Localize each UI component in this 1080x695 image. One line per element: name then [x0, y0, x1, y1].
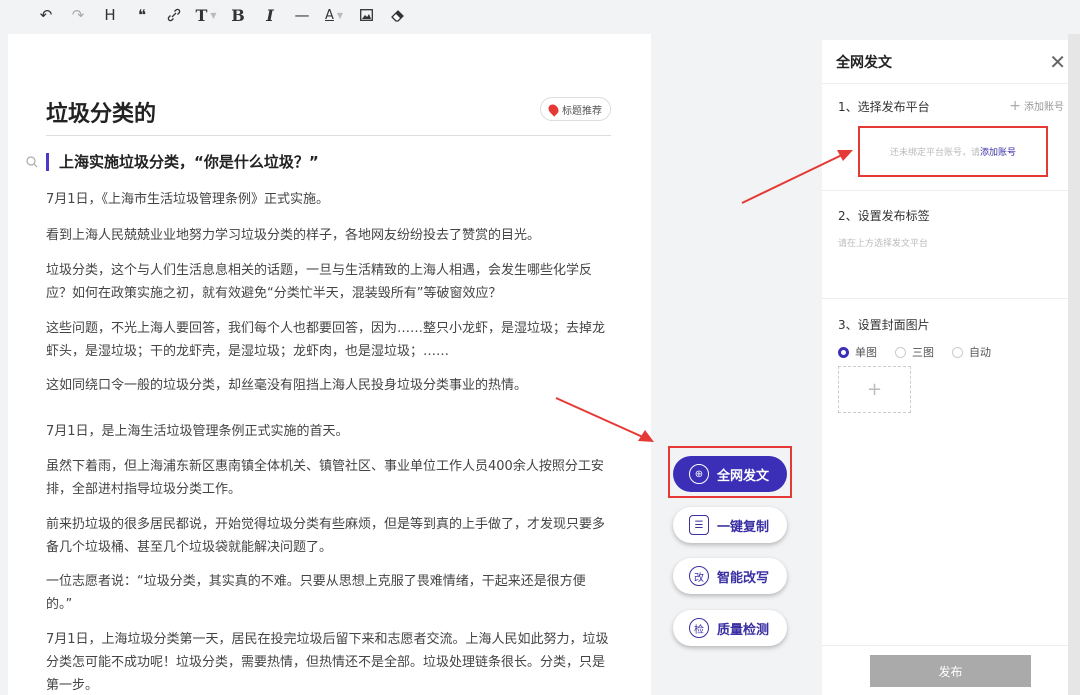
cover-option-single[interactable]: 单图 — [838, 344, 877, 360]
step2-title: 2、设置发布标签 — [838, 209, 930, 223]
scrollbar[interactable] — [1068, 34, 1080, 695]
cover-upload-button[interactable]: + — [838, 366, 911, 413]
font-color-icon[interactable]: A ▼ — [318, 2, 350, 28]
copy-all-button[interactable]: ☰ 一键复制 — [673, 507, 787, 543]
radio-icon — [895, 346, 906, 358]
paragraph[interactable]: 这如同绕口令一般的垃圾分类，却丝毫没有阻挡上海人民投身垃圾分类事业的热情。 — [46, 374, 611, 397]
font-size-icon[interactable]: T ▼ — [190, 2, 222, 28]
image-icon[interactable] — [350, 2, 382, 28]
panel-footer — [822, 645, 1080, 646]
publish-all-label: 全网发文 — [717, 468, 770, 484]
paragraph[interactable]: 看到上海人民兢兢业业地努力学习垃圾分类的样子，各地网友纷纷投去了赞赏的目光。 — [46, 224, 611, 247]
globe-icon: ⊕ — [689, 464, 709, 484]
smart-rewrite-button[interactable]: 改 智能改写 — [673, 558, 787, 594]
paragraph[interactable]: 7月1日，是上海生活垃圾管理条例正式实施的首天。 — [46, 420, 611, 443]
paragraph[interactable]: 7月1日，《上海市生活垃圾管理条例》正式实施。 — [46, 188, 611, 211]
section-heading[interactable]: 上海实施垃圾分类，“你是什么垃圾？” — [46, 153, 319, 171]
divider-icon[interactable]: — — [286, 2, 318, 28]
cover-option-three[interactable]: 三图 — [895, 344, 934, 360]
cover-option-label: 三图 — [912, 346, 934, 359]
cover-option-auto[interactable]: 自动 — [952, 344, 991, 360]
smart-rewrite-label: 智能改写 — [717, 570, 770, 586]
paragraph[interactable]: 这些问题，不光上海人要回答，我们每个人也都要回答，因为……整只小龙虾，是湿垃圾；… — [46, 317, 611, 363]
radio-icon — [952, 346, 963, 358]
cover-option-label: 自动 — [969, 346, 991, 359]
rewrite-icon: 改 — [689, 566, 709, 586]
add-account-link[interactable]: 添加账号 — [980, 145, 1016, 158]
plus-icon: + — [866, 379, 883, 400]
unbound-notice: 还未绑定平台账号，请 添加账号 — [858, 126, 1048, 177]
pin-icon — [546, 101, 561, 117]
close-icon[interactable]: ✕ — [1049, 52, 1066, 72]
cover-option-label: 单图 — [855, 346, 877, 359]
plus-icon: + — [1009, 98, 1021, 114]
link-icon[interactable] — [158, 2, 190, 28]
publish-panel: 全网发文 ✕ 1、选择发布平台 + 添加账号 还未绑定平台账号，请 添加账号 2、设… — [822, 40, 1080, 695]
font-size-glyph: T — [195, 5, 208, 25]
heading-icon[interactable]: H — [94, 2, 126, 28]
undo-icon[interactable]: ↶ — [30, 2, 62, 28]
radio-selected-icon — [838, 346, 849, 358]
paragraph[interactable]: 7月1日，上海垃圾分类第一天，居民在投完垃圾后留下来和志愿者交流。上海人民如此努… — [46, 628, 611, 695]
add-account-label: 添加账号 — [1024, 102, 1064, 113]
check-icon: 检 — [689, 618, 709, 638]
publish-button[interactable]: 发布 — [870, 655, 1031, 687]
italic-icon[interactable]: I — [254, 2, 286, 28]
editor-toolbar: ↶ ↷ H ❝ T ▼ B I — A ▼ — [0, 0, 1080, 30]
paragraph[interactable]: 前来扔垃圾的很多居民都说，开始觉得垃圾分类有些麻烦，但是等到真的上手做了，才发现… — [46, 513, 611, 559]
panel-header: 全网发文 ✕ — [822, 40, 1080, 84]
title-recommend-label: 标题推荐 — [562, 105, 602, 117]
add-account-button[interactable]: + 添加账号 — [1009, 98, 1064, 114]
image-icon-glyph — [359, 9, 373, 21]
quote-icon[interactable]: ❝ — [126, 2, 158, 28]
step1-title: 1、选择发布平台 — [838, 100, 930, 114]
font-color-glyph: A — [324, 7, 334, 23]
bold-icon[interactable]: B — [222, 2, 254, 28]
copy-all-label: 一键复制 — [717, 519, 770, 535]
step2-hint: 请在上方选择发文平台 — [838, 239, 929, 249]
eraser-icon-glyph — [391, 9, 404, 22]
publish-all-button[interactable]: ⊕ 全网发文 — [673, 456, 787, 492]
chevron-down-icon: ▼ — [210, 10, 217, 20]
eraser-icon[interactable] — [382, 2, 414, 28]
unbound-text: 还未绑定平台账号，请 — [889, 148, 980, 158]
title-recommend-button[interactable]: 标题推荐 — [540, 97, 611, 121]
quality-check-button[interactable]: 检 质量检测 — [673, 610, 787, 646]
title-row: 垃圾分类的 标题推荐 — [46, 92, 611, 136]
paragraph[interactable]: 虽然下着雨，但上海浦东新区惠南镇全体机关、镇管社区、事业单位工作人员400余人按… — [46, 455, 611, 501]
search-icon[interactable] — [26, 156, 38, 168]
cover-options: 单图 三图 自动 — [838, 344, 991, 360]
panel-title: 全网发文 — [836, 54, 892, 71]
editor-document[interactable]: 垃圾分类的 标题推荐 上海实施垃圾分类，“你是什么垃圾？” 7月1日，《上海市生… — [8, 34, 651, 695]
quality-check-label: 质量检测 — [717, 622, 770, 638]
paragraph[interactable]: 一位志愿者说：“垃圾分类，其实真的不难。只要从思想上克服了畏难情绪，干起来还是很… — [46, 570, 611, 616]
copy-icon: ☰ — [689, 515, 709, 535]
redo-icon[interactable]: ↷ — [62, 2, 94, 28]
chevron-down-icon: ▼ — [336, 10, 344, 20]
step3-title: 3、设置封面图片 — [838, 318, 930, 332]
document-title[interactable]: 垃圾分类的 — [46, 96, 156, 128]
paragraph[interactable]: 垃圾分类，这个与人们生活息息相关的话题，一旦与生活精致的上海人相遇，会发生哪些化… — [46, 259, 611, 305]
link-icon-glyph — [167, 8, 181, 22]
